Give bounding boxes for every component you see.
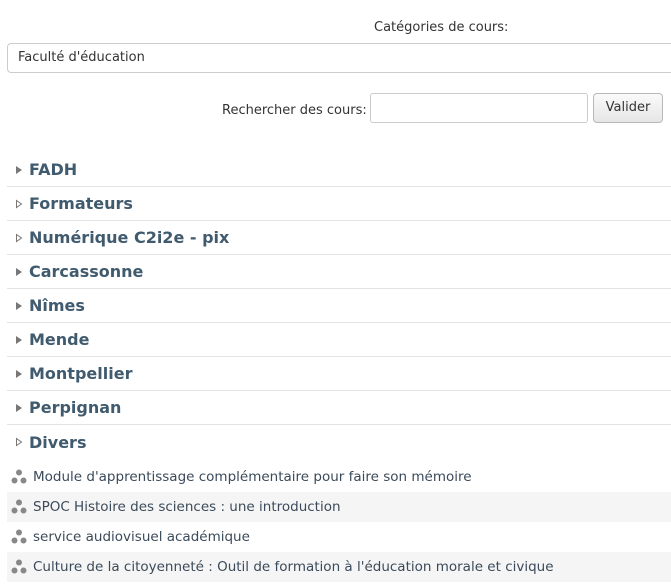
course-icon bbox=[11, 499, 27, 514]
triangle-right-icon[interactable] bbox=[15, 403, 23, 413]
category-name[interactable]: Nîmes bbox=[29, 296, 85, 315]
category-list: FADH Formateurs Numérique C2i2e - pix Ca… bbox=[7, 153, 671, 459]
category-item[interactable]: Mende bbox=[7, 323, 671, 357]
course-item[interactable]: Module d'apprentissage complémentaire po… bbox=[7, 462, 671, 492]
course-list: Module d'apprentissage complémentaire po… bbox=[7, 462, 671, 582]
category-name[interactable]: Divers bbox=[29, 433, 86, 452]
triangle-right-icon[interactable] bbox=[15, 165, 23, 175]
category-item[interactable]: Divers bbox=[7, 425, 671, 459]
triangle-right-icon[interactable] bbox=[15, 301, 23, 311]
course-link[interactable]: SPOC Histoire des sciences : une introdu… bbox=[33, 499, 341, 515]
category-name[interactable]: Carcassonne bbox=[29, 262, 143, 281]
category-item[interactable]: Numérique C2i2e - pix bbox=[7, 221, 671, 255]
search-courses-label: Rechercher des cours: bbox=[222, 103, 367, 118]
course-item[interactable]: Culture de la citoyenneté : Outil de for… bbox=[7, 552, 671, 582]
course-item[interactable]: service audiovisuel académique bbox=[7, 522, 671, 552]
category-item[interactable]: FADH bbox=[7, 153, 671, 187]
category-name[interactable]: Formateurs bbox=[29, 194, 133, 213]
course-link[interactable]: service audiovisuel académique bbox=[33, 529, 250, 545]
triangle-right-icon[interactable] bbox=[15, 335, 23, 345]
triangle-right-icon[interactable] bbox=[15, 267, 23, 277]
category-item[interactable]: Formateurs bbox=[7, 187, 671, 221]
course-icon bbox=[11, 469, 27, 484]
search-submit-button[interactable]: Valider bbox=[593, 93, 663, 123]
search-courses-input[interactable] bbox=[370, 93, 588, 123]
category-name[interactable]: Montpellier bbox=[29, 364, 132, 383]
triangle-right-icon[interactable] bbox=[15, 369, 23, 379]
category-name[interactable]: FADH bbox=[29, 160, 77, 179]
triangle-right-icon[interactable] bbox=[15, 199, 23, 209]
category-filter-label: Catégories de cours: bbox=[374, 20, 509, 35]
course-link[interactable]: Culture de la citoyenneté : Outil de for… bbox=[33, 559, 554, 575]
category-item[interactable]: Nîmes bbox=[7, 289, 671, 323]
category-name[interactable]: Mende bbox=[29, 330, 89, 349]
triangle-right-icon[interactable] bbox=[15, 233, 23, 243]
course-item[interactable]: SPOC Histoire des sciences : une introdu… bbox=[7, 492, 671, 522]
category-item[interactable]: Montpellier bbox=[7, 357, 671, 391]
course-link[interactable]: Module d'apprentissage complémentaire po… bbox=[33, 469, 472, 485]
category-item[interactable]: Perpignan bbox=[7, 391, 671, 425]
category-item[interactable]: Carcassonne bbox=[7, 255, 671, 289]
category-name[interactable]: Perpignan bbox=[29, 398, 121, 417]
category-name[interactable]: Numérique C2i2e - pix bbox=[29, 228, 229, 247]
course-icon bbox=[11, 529, 27, 544]
course-icon bbox=[11, 559, 27, 574]
category-select[interactable]: Faculté d'éducation bbox=[7, 43, 671, 73]
triangle-right-icon[interactable] bbox=[15, 437, 23, 447]
